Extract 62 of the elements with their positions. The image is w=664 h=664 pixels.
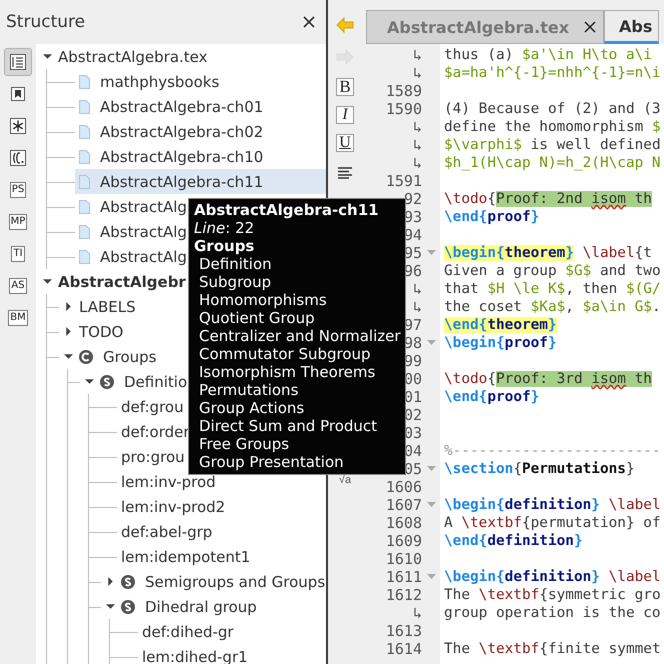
line-number: 1590 <box>386 100 422 118</box>
line-number: ↳ <box>412 298 422 316</box>
tooltip-item: Centralizer and Normalizer <box>198 327 400 345</box>
code-line: A \textbf{permutation} of <box>444 515 661 531</box>
line-number: 1591 <box>386 172 422 190</box>
tooltip-item: Direct Sum and Product <box>198 417 378 435</box>
code-line: \begin{proof} <box>444 335 557 351</box>
code-line: (4) Because of (2) and (3 <box>444 101 661 117</box>
line-number: 1607 <box>386 496 422 514</box>
line-number: 1606 <box>386 478 422 496</box>
code-line: \end{proof} <box>444 209 540 225</box>
line-number: ↳ <box>412 136 422 154</box>
line-number: 1611 <box>386 568 422 586</box>
line-number: 1609 <box>386 532 422 550</box>
line-number: ↳ <box>412 46 422 64</box>
line-number: ↳ <box>412 64 422 82</box>
tooltip-heading: Groups <box>194 237 256 255</box>
tooltip-item: Permutations <box>198 381 300 399</box>
code-line: group operation is the co <box>444 605 661 621</box>
code-line: \end{theorem} <box>444 317 557 333</box>
line-number: 1613 <box>386 622 422 640</box>
tooltip-item: Homomorphisms <box>198 291 328 309</box>
code-line: $a=ha'h^{-1}=nhh^{-1}=n\i <box>444 65 661 81</box>
tooltip-title: AbstractAlgebra-ch11 <box>194 201 380 219</box>
code-line: that $H \le K$, then $(G/ <box>444 281 661 297</box>
tooltip-item: Free Groups <box>198 435 290 453</box>
code-line: \end{definition} <box>444 533 583 549</box>
line-number: 1614 <box>386 640 422 658</box>
line-number: 1608 <box>386 514 422 532</box>
code-line: The \textbf{finite symmet <box>444 641 661 657</box>
line-number: ↳ <box>412 118 422 136</box>
code-line: Given a group $G$ and two <box>444 263 661 279</box>
tooltip-line: Line: 22 <box>194 219 256 237</box>
code-line: the coset $Ka$, $a\in G$. <box>444 299 661 315</box>
code-line: $\varphi$ is well defined <box>444 137 661 153</box>
code-line: \begin{definition} \label <box>444 497 661 513</box>
tooltip-item: Group Actions <box>198 399 306 417</box>
code-line: \begin{definition} \label <box>444 569 661 585</box>
line-number: 1612 <box>386 586 422 604</box>
line-number: 1589 <box>386 82 422 100</box>
line-number: 92 <box>404 190 422 208</box>
code-line: \end{proof} <box>444 389 540 405</box>
code-line: define the homomorphism $ <box>444 119 661 135</box>
code-line: \todo{Proof: 3rd isom th <box>444 371 652 387</box>
code-line: \begin{theorem} \label{t <box>444 245 652 261</box>
tooltip-item: Isomorphism Theorems <box>198 363 376 381</box>
tooltip-item: Quotient Group <box>198 309 316 327</box>
tooltip-item: Group Presentation <box>198 453 345 471</box>
code-line: $h_1(H\cap N)=h_2(H\cap N <box>444 155 661 171</box>
line-number: 1610 <box>386 550 422 568</box>
line-number: ↳ <box>412 280 422 298</box>
tooltip-item: Subgroup <box>198 273 272 291</box>
code-line: \todo{Proof: 2nd isom th <box>444 191 652 207</box>
line-number: ↳ <box>412 604 422 622</box>
line-number: ↳ <box>412 154 422 172</box>
tooltip-item: Commutator Subgroup <box>198 345 372 363</box>
code-line: The \textbf{symmetric gro <box>444 587 661 603</box>
panel-title: Structure <box>6 12 86 32</box>
code-line: thus (a) $a'\in H\to a\i <box>444 47 652 63</box>
code-line: %------------------------ <box>444 443 661 459</box>
tooltip-item: Definition <box>198 255 273 273</box>
code-line: \section{Permutations} <box>444 461 635 477</box>
